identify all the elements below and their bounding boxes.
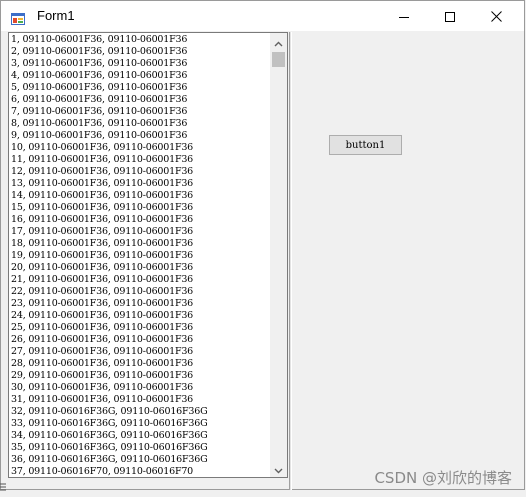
maximize-icon [445,7,455,26]
list-item[interactable]: 19, 09110-06001F36, 09110-06001F36 [11,250,269,262]
button1[interactable]: button1 [329,135,402,155]
list-item[interactable]: 16, 09110-06001F36, 09110-06001F36 [11,214,269,226]
form1-window: Form1 1, 09110-06001F36, 09110-06001F36 2… [0,0,525,490]
list-item[interactable]: 9, 09110-06001F36, 09110-06001F36 [11,130,269,142]
list-item[interactable]: 8, 09110-06001F36, 09110-06001F36 [11,118,269,130]
close-button[interactable] [473,1,519,31]
panel-splitter[interactable] [289,32,292,490]
list-item[interactable]: 27, 09110-06001F36, 09110-06001F36 [11,346,269,358]
bottom-edge-marker [0,478,6,491]
chevron-up-icon [274,33,283,51]
scroll-up-button[interactable] [270,33,287,50]
list-item[interactable]: 20, 09110-06001F36, 09110-06001F36 [11,262,269,274]
list-item[interactable]: 13, 09110-06001F36, 09110-06001F36 [11,178,269,190]
list-item[interactable]: 21, 09110-06001F36, 09110-06001F36 [11,274,269,286]
list-item[interactable]: 35, 09110-06016F36G, 09110-06016F36G [11,442,269,454]
listbox-items: 1, 09110-06001F36, 09110-06001F36 2, 0911… [11,34,269,477]
winforms-app-icon [11,10,25,25]
close-icon [490,7,502,26]
list-item[interactable]: 5, 09110-06001F36, 09110-06001F36 [11,82,269,94]
list-item[interactable]: 4, 09110-06001F36, 09110-06001F36 [11,70,269,82]
list-item[interactable]: 23, 09110-06001F36, 09110-06001F36 [11,298,269,310]
list-item[interactable]: 33, 09110-06016F36G, 09110-06016F36G [11,418,269,430]
list-item[interactable]: 14, 09110-06001F36, 09110-06001F36 [11,190,269,202]
list-item[interactable]: 25, 09110-06001F36, 09110-06001F36 [11,322,269,334]
scroll-down-button[interactable] [270,460,287,477]
title-bar[interactable]: Form1 [1,1,524,31]
list-item[interactable]: 29, 09110-06001F36, 09110-06001F36 [11,370,269,382]
list-item[interactable]: 22, 09110-06001F36, 09110-06001F36 [11,286,269,298]
list-item[interactable]: 30, 09110-06001F36, 09110-06001F36 [11,382,269,394]
list-item[interactable]: 11, 09110-06001F36, 09110-06001F36 [11,154,269,166]
minimize-button[interactable] [381,1,427,31]
list-item[interactable]: 34, 09110-06016F36G, 09110-06016F36G [11,430,269,442]
list-item[interactable]: 31, 09110-06001F36, 09110-06001F36 [11,394,269,406]
maximize-button[interactable] [427,1,473,31]
list-item[interactable]: 10, 09110-06001F36, 09110-06001F36 [11,142,269,154]
listbox-vertical-scrollbar[interactable] [270,33,287,477]
list-item[interactable]: 6, 09110-06001F36, 09110-06001F36 [11,94,269,106]
list-item[interactable]: 17, 09110-06001F36, 09110-06001F36 [11,226,269,238]
part-number-listbox[interactable]: 1, 09110-06001F36, 09110-06001F36 2, 0911… [8,32,288,478]
list-item[interactable]: 18, 09110-06001F36, 09110-06001F36 [11,238,269,250]
list-item[interactable]: 3, 09110-06001F36, 09110-06001F36 [11,58,269,70]
csdn-watermark: CSDN @刘欣的博客 [374,469,512,487]
list-item[interactable]: 7, 09110-06001F36, 09110-06001F36 [11,106,269,118]
list-item[interactable]: 1, 09110-06001F36, 09110-06001F36 [11,34,269,46]
scroll-thumb[interactable] [272,52,285,67]
list-item[interactable]: 32, 09110-06016F36G, 09110-06016F36G [11,406,269,418]
list-item[interactable]: 24, 09110-06001F36, 09110-06001F36 [11,310,269,322]
list-item[interactable]: 36, 09110-06016F36G, 09110-06016F36G [11,454,269,466]
chevron-down-icon [274,459,283,477]
list-item[interactable]: 15, 09110-06001F36, 09110-06001F36 [11,202,269,214]
list-item[interactable]: 26, 09110-06001F36, 09110-06001F36 [11,334,269,346]
minimize-icon [399,7,409,26]
list-item[interactable]: 12, 09110-06001F36, 09110-06001F36 [11,166,269,178]
window-title: Form1 [37,8,75,23]
list-item[interactable]: 2, 09110-06001F36, 09110-06001F36 [11,46,269,58]
list-item[interactable]: 37, 09110-06016F70, 09110-06016F70 [11,466,269,477]
list-item[interactable]: 28, 09110-06001F36, 09110-06001F36 [11,358,269,370]
